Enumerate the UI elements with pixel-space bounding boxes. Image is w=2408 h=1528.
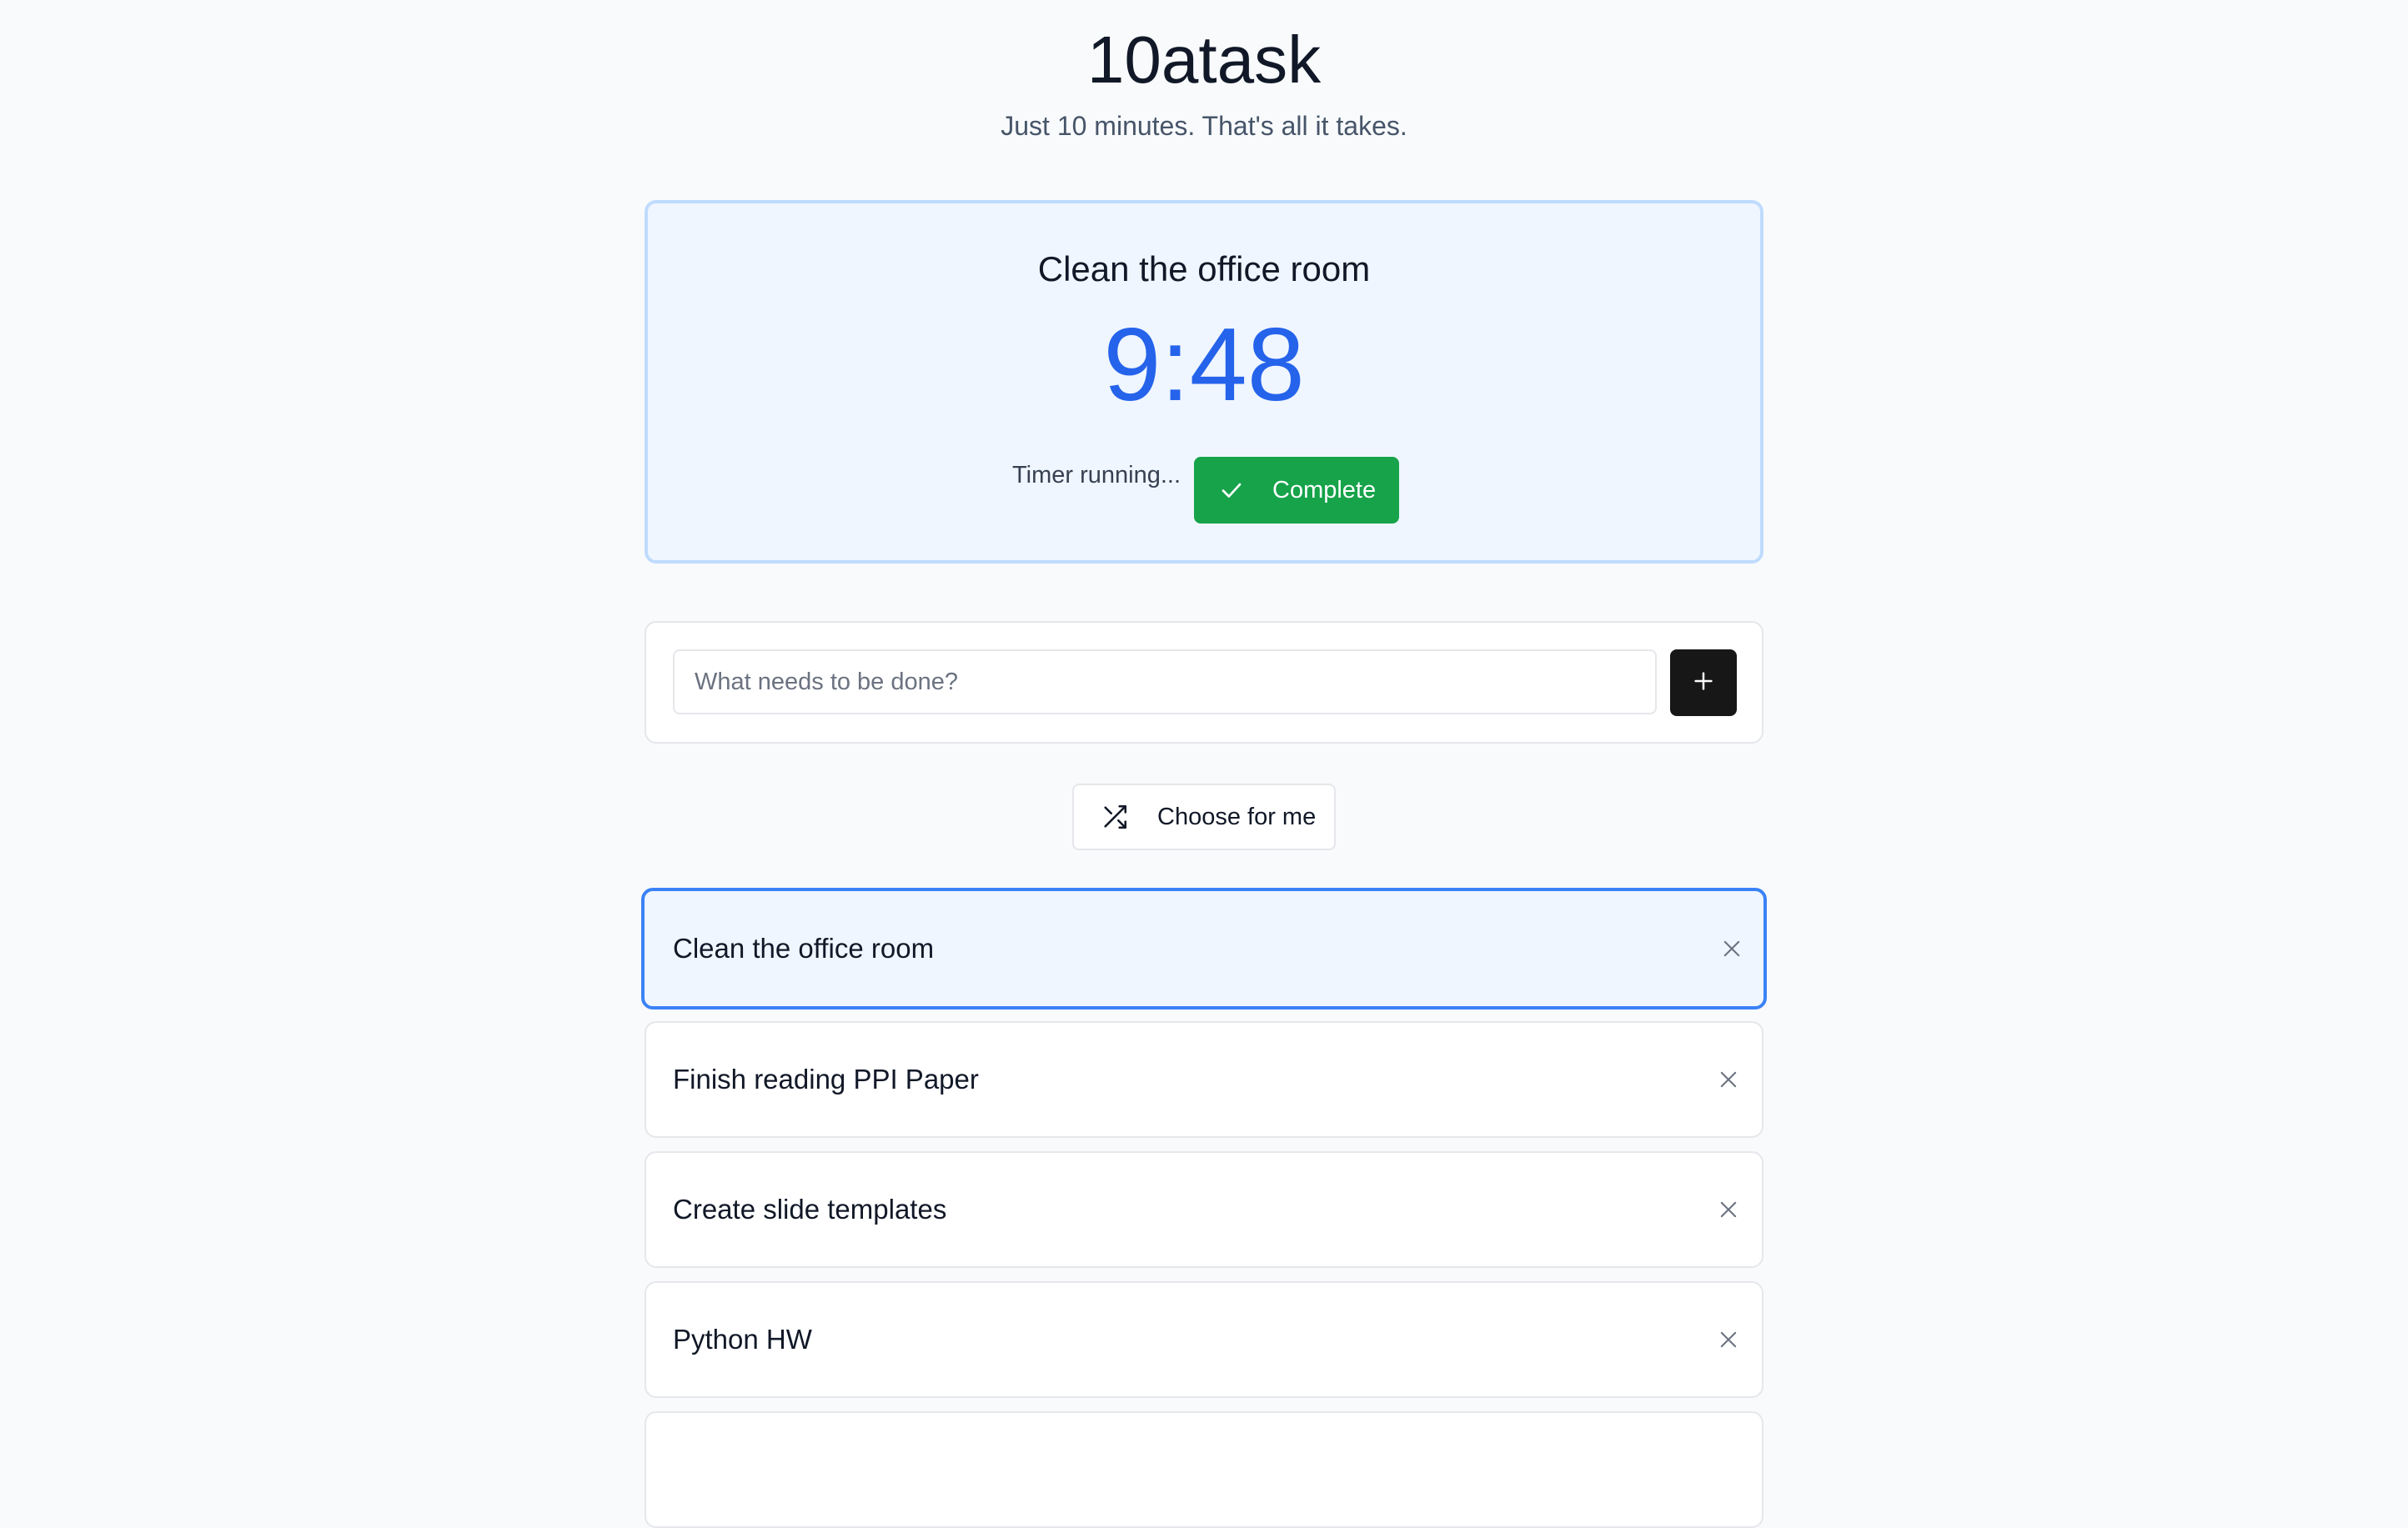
delete-task-button[interactable] (1713, 930, 1750, 967)
complete-button[interactable]: Complete (1194, 457, 1399, 524)
app-subtitle: Just 10 minutes. That's all it takes. (1001, 111, 1407, 141)
task-input[interactable] (673, 649, 1657, 714)
choose-for-me-button[interactable]: Choose for me (1072, 784, 1336, 850)
task-item[interactable]: Finish reading PPI Paper (645, 1021, 1763, 1138)
task-item[interactable]: Clean the office room (641, 888, 1767, 1009)
task-label: Create slide templates (673, 1194, 947, 1225)
task-label: Clean the office room (673, 933, 935, 964)
shuffle-icon (1101, 803, 1129, 831)
add-task-button[interactable] (1670, 649, 1737, 716)
timer-card: Clean the office room 9:48 Timer running… (645, 200, 1763, 564)
close-icon (1723, 940, 1740, 957)
delete-task-button[interactable] (1710, 1061, 1747, 1098)
add-task-card (645, 621, 1763, 744)
task-item[interactable]: Create slide templates (645, 1151, 1763, 1268)
task-item[interactable]: Python HW (645, 1281, 1763, 1398)
timer-countdown: 9:48 (1103, 308, 1305, 423)
complete-button-label: Complete (1272, 476, 1377, 503)
delete-task-button[interactable] (1710, 1321, 1747, 1358)
task-item[interactable] (645, 1411, 1763, 1528)
timer-status: Timer running... (1012, 462, 1181, 488)
app-root: 10atask Just 10 minutes. That's all it t… (0, 0, 2408, 1528)
timer-task-title: Clean the office room (1037, 249, 1371, 288)
close-icon (1720, 1071, 1737, 1088)
close-icon (1720, 1331, 1737, 1348)
task-label: Finish reading PPI Paper (673, 1064, 979, 1095)
choose-for-me-label: Choose for me (1157, 803, 1317, 830)
task-label: Python HW (673, 1324, 812, 1355)
plus-icon (1691, 669, 1716, 698)
delete-task-button[interactable] (1710, 1191, 1747, 1228)
app-title: 10atask (1086, 23, 1322, 97)
close-icon (1720, 1201, 1737, 1218)
check-icon (1219, 478, 1244, 503)
